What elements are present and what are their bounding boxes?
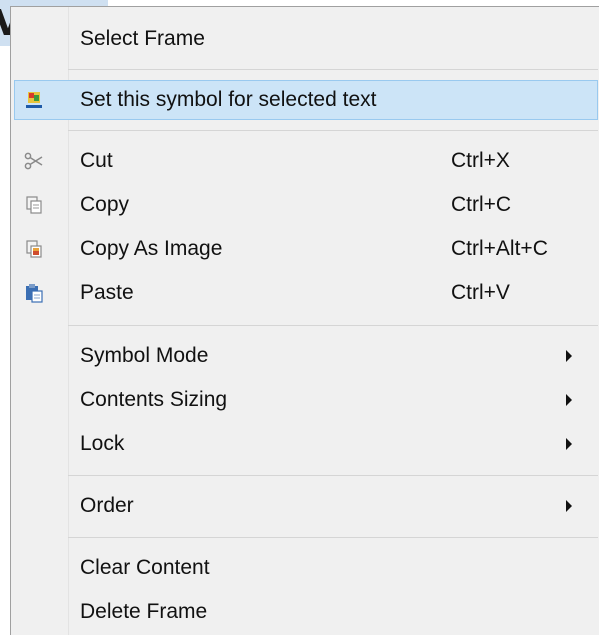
symbol-icon: [26, 92, 42, 108]
menu-separator: [68, 325, 598, 326]
menu-item-label: Copy: [80, 193, 130, 216]
menu-item-clear-content[interactable]: Clear Content: [11, 548, 598, 588]
menu-separator: [68, 130, 598, 131]
menu-item-label: Symbol Mode: [80, 344, 209, 367]
menu-item-order[interactable]: Order: [11, 486, 598, 526]
menu-item-label: Lock: [80, 432, 125, 455]
menu-item-set-symbol[interactable]: Set this symbol for selected text: [11, 80, 598, 120]
menu-item-label: Cut: [80, 149, 113, 172]
paste-icon: [26, 284, 43, 303]
menu-item-label: Order: [80, 494, 134, 517]
context-menu: Select Frame Set this symbol for selecte…: [10, 6, 599, 635]
menu-item-label: Contents Sizing: [80, 388, 228, 411]
menu-item-select-frame[interactable]: Select Frame: [11, 19, 598, 59]
menu-separator: [68, 69, 598, 70]
menu-item-delete-frame[interactable]: Delete Frame: [11, 592, 598, 632]
menu-item-copy[interactable]: Copy Ctrl+C: [11, 185, 598, 225]
menu-item-shortcut: Ctrl+X: [451, 149, 510, 172]
menu-item-shortcut: Ctrl+V: [451, 281, 510, 304]
menu-separator: [68, 475, 598, 476]
menu-item-symbol-mode[interactable]: Symbol Mode: [11, 336, 598, 376]
menu-item-label: Set this symbol for selected text: [80, 88, 377, 111]
copy-icon: [26, 196, 42, 214]
menu-item-label: Paste: [80, 281, 134, 304]
menu-item-label: Clear Content: [80, 556, 210, 579]
submenu-arrow-icon: [566, 500, 572, 512]
menu-item-cut[interactable]: Cut Ctrl+X: [11, 141, 598, 181]
menu-separator: [68, 537, 598, 538]
menu-item-shortcut: Ctrl+C: [451, 193, 512, 216]
menu-item-label: Select Frame: [80, 27, 205, 50]
copy-image-icon: [26, 240, 42, 258]
submenu-arrow-icon: [566, 350, 572, 362]
submenu-arrow-icon: [566, 438, 572, 450]
menu-item-label: Delete Frame: [80, 600, 208, 623]
menu-item-contents-sizing[interactable]: Contents Sizing: [11, 380, 598, 420]
menu-item-label: Copy As Image: [80, 237, 223, 260]
menu-item-copy-as-image[interactable]: Copy As Image Ctrl+Alt+C: [11, 229, 598, 269]
scissors-icon: [24, 152, 43, 170]
menu-item-shortcut: Ctrl+Alt+C: [451, 237, 548, 260]
menu-item-paste[interactable]: Paste Ctrl+V: [11, 273, 598, 313]
submenu-arrow-icon: [566, 394, 572, 406]
menu-item-lock[interactable]: Lock: [11, 424, 598, 464]
